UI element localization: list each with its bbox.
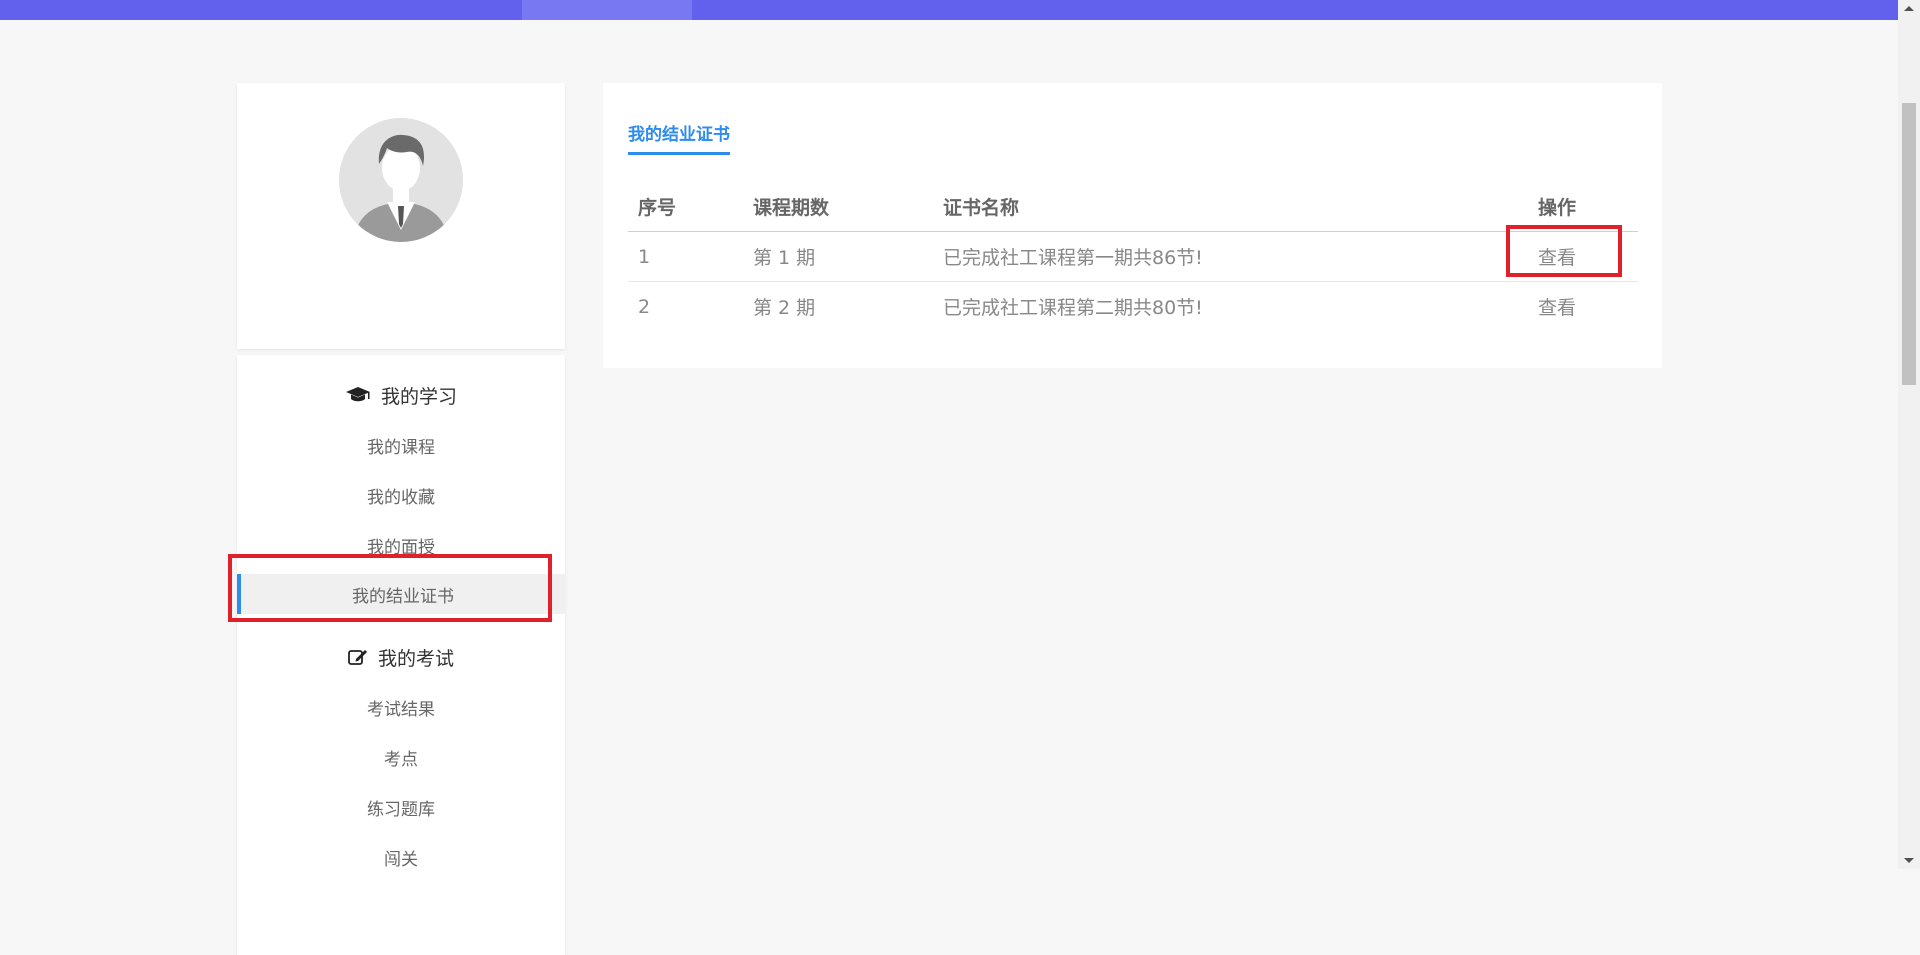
- row-course-period: 第 2 期: [753, 297, 816, 319]
- highlight-box-view-button: [1506, 225, 1622, 277]
- highlight-box-certificates-menu: [228, 554, 552, 622]
- top-nav-active-tab[interactable]: [522, 0, 692, 20]
- top-nav-bar: [0, 0, 1898, 20]
- sidebar: 我的学习 我的课程 我的收藏 我的面授 我的结业证书 我的考试 考试结果 考点 …: [237, 83, 565, 955]
- scroll-up-arrow-icon[interactable]: [1904, 6, 1914, 11]
- profile-card: [237, 83, 565, 349]
- graduation-cap-icon: [345, 386, 371, 404]
- view-certificate-button[interactable]: 查看: [1538, 297, 1576, 319]
- scroll-down-arrow-icon[interactable]: [1904, 858, 1914, 863]
- menu-group-my-study[interactable]: 我的学习: [237, 375, 565, 415]
- menu-group-label: 我的考试: [377, 647, 454, 670]
- table-row: 1 第 1 期 已完成社工课程第一期共86节! 查看: [628, 231, 1638, 282]
- certificates-panel: 我的结业证书 序号 课程期数 证书名称 操作 1 第 1 期 已完成社工课程第一…: [603, 83, 1662, 368]
- menu-group-my-exams[interactable]: 我的考试: [237, 637, 565, 677]
- sidebar-menu: 我的学习 我的课程 我的收藏 我的面授 我的结业证书 我的考试 考试结果 考点 …: [237, 355, 565, 955]
- page-scrollbar[interactable]: [1898, 0, 1920, 869]
- sidebar-item-challenge[interactable]: 闯关: [237, 837, 565, 877]
- row-index: 2: [638, 295, 651, 318]
- user-avatar-icon: [339, 118, 463, 242]
- column-header-certificate-name: 证书名称: [933, 181, 1528, 232]
- row-certificate-name: 已完成社工课程第一期共86节!: [933, 231, 1528, 282]
- sidebar-item-exam-results[interactable]: 考试结果: [237, 687, 565, 727]
- column-header-index: 序号: [628, 181, 743, 232]
- sidebar-item-my-favorites[interactable]: 我的收藏: [237, 475, 565, 515]
- row-course-period: 第 1 期: [743, 231, 933, 282]
- sidebar-item-my-courses[interactable]: 我的课程: [237, 425, 565, 465]
- column-header-action: 操作: [1528, 181, 1638, 232]
- tab-my-certificates[interactable]: 我的结业证书: [628, 120, 730, 155]
- sidebar-item-exam-points[interactable]: 考点: [237, 737, 565, 777]
- edit-icon: [348, 648, 368, 666]
- row-certificate-name: 已完成社工课程第二期共80节!: [943, 297, 1203, 319]
- menu-group-label: 我的学习: [380, 385, 457, 408]
- table-row: 2 第 2 期 已完成社工课程第二期共80节! 查看: [628, 282, 1638, 332]
- scrollbar-thumb[interactable]: [1902, 103, 1916, 385]
- table-header-row: 序号 课程期数 证书名称 操作: [628, 181, 1638, 232]
- avatar[interactable]: [339, 118, 463, 242]
- sidebar-item-practice-bank[interactable]: 练习题库: [237, 787, 565, 827]
- column-header-course-period: 课程期数: [743, 181, 933, 232]
- certificates-table: 序号 课程期数 证书名称 操作 1 第 1 期 已完成社工课程第一期共86节! …: [628, 181, 1638, 331]
- row-index: 1: [628, 231, 743, 282]
